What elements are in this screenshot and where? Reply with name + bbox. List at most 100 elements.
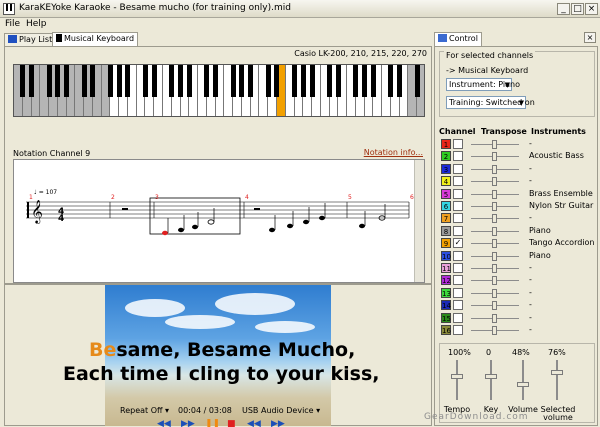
channel-number[interactable]: 14 — [441, 300, 451, 311]
black-key[interactable] — [239, 65, 245, 97]
channel-number[interactable]: 3 — [441, 163, 451, 174]
channel-number[interactable]: 1 — [441, 139, 451, 149]
transpose-slider[interactable] — [471, 202, 519, 211]
channel-number[interactable]: 9 — [441, 238, 451, 249]
channel-checkbox[interactable] — [453, 151, 463, 162]
black-key[interactable] — [292, 65, 297, 97]
transpose-slider[interactable] — [471, 276, 519, 286]
channel-number[interactable]: 13 — [441, 287, 451, 298]
channel-checkbox[interactable] — [453, 250, 463, 261]
key-slider[interactable] — [485, 360, 497, 400]
black-key[interactable] — [300, 65, 306, 97]
black-key[interactable] — [265, 65, 271, 97]
black-key[interactable] — [90, 65, 96, 97]
channel-checkbox[interactable] — [453, 213, 463, 224]
channel-checkbox[interactable] — [453, 300, 463, 311]
channel-number[interactable]: 10 — [441, 250, 451, 261]
instrument-dropdown[interactable]: Instrument: Piano ▼ — [446, 78, 520, 91]
black-key[interactable] — [55, 65, 61, 97]
audio-device-dropdown[interactable]: USB Audio Device ▾ — [242, 406, 320, 415]
black-key[interactable] — [186, 65, 192, 97]
black-key[interactable] — [20, 65, 26, 97]
keyboard-model[interactable]: Casio LK-200, 210, 215, 220, 270 — [294, 49, 427, 58]
maximize-button[interactable]: □ — [571, 3, 584, 15]
menu-file[interactable]: File — [5, 19, 20, 29]
channel-checkbox[interactable] — [453, 201, 463, 211]
channel-number[interactable]: 2 — [441, 151, 451, 162]
repeat-dropdown[interactable]: Repeat Off ▾ — [120, 406, 169, 415]
black-key[interactable] — [230, 65, 236, 97]
transpose-slider[interactable] — [471, 313, 519, 323]
transpose-slider[interactable] — [471, 264, 519, 273]
black-key[interactable] — [46, 65, 52, 97]
black-key[interactable] — [309, 65, 315, 97]
black-key[interactable] — [327, 65, 333, 97]
transpose-slider[interactable] — [471, 288, 519, 298]
forward-icon[interactable]: ▶▶ — [181, 419, 195, 427]
minimize-button[interactable]: _ — [557, 3, 570, 15]
transpose-slider[interactable] — [471, 214, 519, 224]
black-key[interactable] — [397, 65, 403, 97]
channel-checkbox[interactable] — [453, 176, 463, 187]
channel-checkbox[interactable] — [453, 225, 463, 236]
black-key[interactable] — [125, 65, 131, 97]
transpose-slider[interactable] — [471, 189, 519, 199]
pause-icon[interactable]: ❚❚ — [205, 419, 220, 427]
rewind-icon[interactable]: ◀◀ — [157, 419, 171, 427]
score-scrollbar[interactable] — [414, 160, 424, 282]
channel-checkbox[interactable] — [453, 188, 463, 199]
channel-number[interactable]: 6 — [441, 201, 451, 211]
black-key[interactable] — [274, 65, 280, 97]
channel-number[interactable]: 15 — [441, 312, 451, 323]
transpose-slider[interactable] — [471, 301, 519, 311]
volume-slider[interactable] — [517, 360, 529, 400]
transpose-slider[interactable] — [471, 251, 519, 261]
channel-checkbox[interactable] — [453, 275, 463, 286]
transpose-slider[interactable] — [471, 226, 519, 236]
channel-checkbox[interactable] — [453, 139, 463, 149]
black-key[interactable] — [388, 65, 394, 97]
black-key[interactable] — [213, 65, 219, 97]
channel-checkbox[interactable] — [453, 287, 463, 298]
transpose-slider[interactable] — [471, 140, 519, 149]
channel-number[interactable]: 11 — [441, 263, 451, 273]
black-key[interactable] — [64, 65, 70, 97]
channel-checkbox[interactable] — [453, 325, 463, 335]
channel-number[interactable]: 7 — [441, 213, 451, 224]
channel-checkbox[interactable] — [453, 263, 463, 273]
notation-info-link[interactable]: Notation info... — [364, 148, 423, 157]
black-key[interactable] — [116, 65, 122, 97]
next-icon[interactable]: ▶▶ — [271, 419, 285, 427]
black-key[interactable] — [248, 65, 254, 97]
transpose-slider[interactable] — [471, 177, 519, 187]
black-key[interactable] — [29, 65, 35, 97]
black-key[interactable] — [142, 65, 148, 97]
piano-keyboard[interactable] — [13, 64, 425, 117]
training-dropdown[interactable]: Training: Switched on ▼ — [446, 96, 535, 109]
panel-close-button[interactable]: × — [584, 32, 596, 43]
black-key[interactable] — [353, 65, 359, 97]
channel-number[interactable]: 8 — [441, 225, 451, 236]
black-key[interactable] — [178, 65, 184, 97]
tempo-slider[interactable] — [451, 360, 463, 400]
black-key[interactable] — [204, 65, 210, 97]
channel-number[interactable]: 4 — [441, 176, 451, 187]
selected-volume-slider[interactable] — [551, 360, 563, 400]
menu-help[interactable]: Help — [26, 19, 47, 29]
channel-checkbox[interactable] — [453, 312, 463, 323]
channel-number[interactable]: 16 — [441, 325, 451, 335]
black-key[interactable] — [107, 65, 113, 97]
channel-number[interactable]: 5 — [441, 188, 451, 199]
black-key[interactable] — [362, 65, 368, 97]
tab-musical-keyboard[interactable]: Musical Keyboard — [52, 32, 139, 46]
transpose-slider[interactable] — [471, 326, 519, 335]
black-key[interactable] — [169, 65, 175, 97]
channel-number[interactable]: 12 — [441, 275, 451, 286]
transpose-slider[interactable] — [471, 152, 519, 162]
previous-icon[interactable]: ◀◀ — [247, 419, 261, 427]
black-key[interactable] — [151, 65, 157, 97]
stop-icon[interactable]: ■ — [227, 419, 236, 427]
black-key[interactable] — [414, 65, 420, 97]
black-key[interactable] — [81, 65, 87, 97]
tab-playlist[interactable]: Play List — [4, 33, 57, 46]
